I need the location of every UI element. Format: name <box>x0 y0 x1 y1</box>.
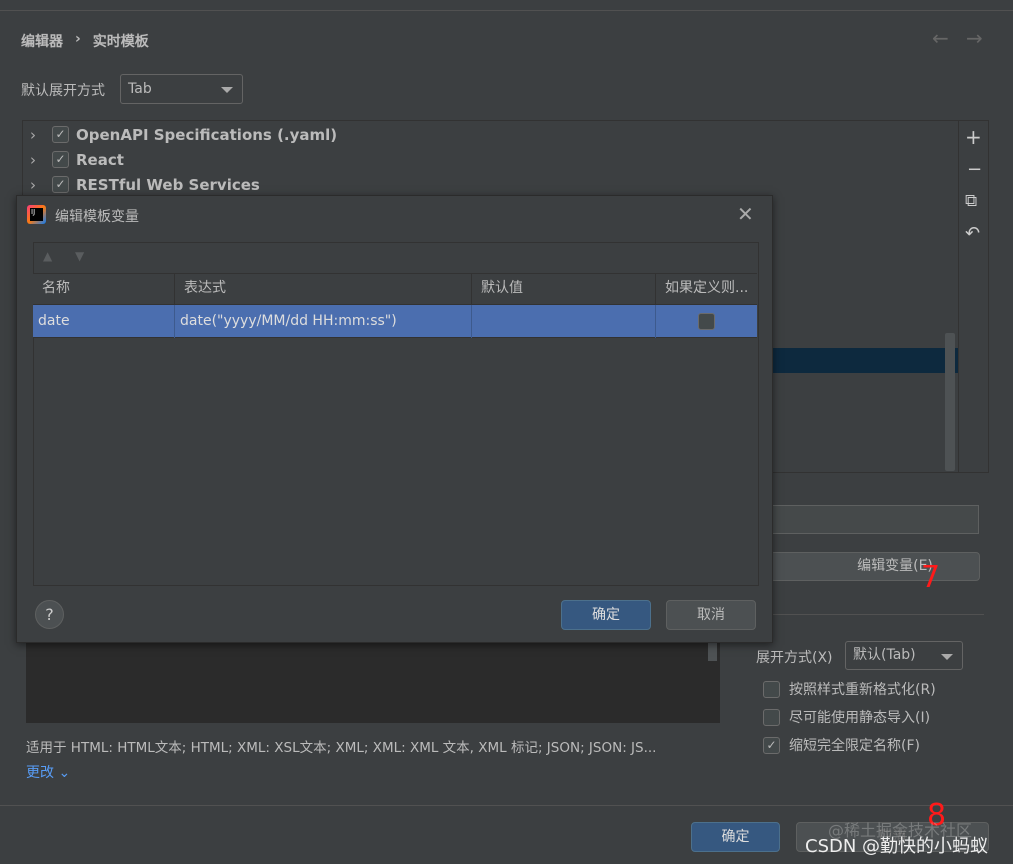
move-up-icon[interactable]: ▲ <box>43 249 52 263</box>
checkbox[interactable] <box>763 708 780 726</box>
add-icon[interactable]: + <box>965 125 982 149</box>
checkbox[interactable] <box>763 680 780 698</box>
back-arrow-icon[interactable]: ← <box>932 26 949 50</box>
option-label: 按照样式重新格式化(R) <box>789 682 936 698</box>
change-link-text[interactable]: 更改 <box>26 765 54 781</box>
change-link[interactable]: 更改 ⌄ <box>26 762 70 782</box>
tree-item[interactable]: › ✓ RESTful Web Services <box>30 172 260 197</box>
intellij-logo-icon: IJ <box>27 205 46 224</box>
options-divider <box>770 614 984 615</box>
edit-template-variables-dialog: IJ 编辑模板变量 ✕ ▲ ▼ <box>16 195 773 643</box>
shorten-fq-names-option[interactable]: ✓ 缩短完全限定名称(F) <box>763 735 920 755</box>
remove-icon[interactable]: − <box>967 159 982 180</box>
combo-value: Tab <box>128 81 152 97</box>
cell-default[interactable] <box>471 305 655 338</box>
watermark-csdn: CSDN @勤快的小蚂蚁 <box>805 836 989 857</box>
applicable-contexts: 适用于 HTML: HTML文本; HTML; XML: XSL文本; XML;… <box>26 740 657 756</box>
dialog-cancel-button[interactable]: 取消 <box>666 600 756 630</box>
tree-item-label: OpenAPI Specifications (.yaml) <box>76 125 338 144</box>
close-icon[interactable]: ✕ <box>737 202 754 226</box>
checkbox[interactable]: ✓ <box>52 176 69 193</box>
dropdown-arrow-icon <box>221 87 233 93</box>
column-header-expression[interactable]: 表达式 <box>174 273 471 304</box>
checkbox[interactable]: ✓ <box>763 736 780 754</box>
tree-scrollbar[interactable] <box>945 333 955 471</box>
reformat-option[interactable]: 按照样式重新格式化(R) <box>763 679 936 699</box>
chevron-right-icon[interactable]: › <box>30 151 52 169</box>
breadcrumb: 编辑器 › 实时模板 <box>21 31 149 51</box>
breadcrumb-separator: › <box>75 31 81 47</box>
chevron-right-icon[interactable]: › <box>30 176 52 194</box>
chevron-right-icon[interactable]: › <box>30 126 52 144</box>
column-header-name[interactable]: 名称 <box>33 273 174 304</box>
copy-icon[interactable]: ⧉ <box>965 191 977 211</box>
help-button[interactable]: ? <box>35 600 64 629</box>
editor-scrollbar[interactable] <box>708 643 717 661</box>
cell-skip <box>655 305 757 338</box>
tree-item-label: RESTful Web Services <box>76 175 260 194</box>
checkbox[interactable]: ✓ <box>52 126 69 143</box>
undo-icon[interactable]: ↶ <box>965 223 980 244</box>
skip-checkbox[interactable] <box>698 313 715 330</box>
ok-button[interactable]: 确定 <box>691 822 780 852</box>
dialog-title: 编辑模板变量 <box>55 209 139 225</box>
breadcrumb-current: 实时模板 <box>92 34 149 50</box>
breadcrumb-parent[interactable]: 编辑器 <box>21 31 63 51</box>
expand-with-label: 展开方式(X) <box>756 650 833 666</box>
column-header-skip[interactable]: 如果定义则... <box>655 273 757 304</box>
checkbox[interactable]: ✓ <box>52 151 69 168</box>
tree-item[interactable]: › ✓ React <box>30 147 124 172</box>
tree-item-label: React <box>76 150 124 169</box>
default-expand-label: 默认展开方式 <box>21 83 105 99</box>
forward-arrow-icon[interactable]: → <box>966 26 983 50</box>
cell-expression[interactable]: date("yyyy/MM/dd HH:mm:ss") <box>174 305 471 338</box>
dropdown-arrow-icon <box>941 654 953 660</box>
description-field[interactable] <box>770 505 979 534</box>
edit-variables-button[interactable]: 编辑变量(E) <box>770 552 980 581</box>
expand-with-combo[interactable]: 默认(Tab) <box>845 641 963 670</box>
static-import-option[interactable]: 尽可能使用静态导入(I) <box>763 707 930 727</box>
template-text-editor[interactable] <box>26 640 720 723</box>
cell-name[interactable]: date <box>33 305 174 338</box>
default-expand-combo[interactable]: Tab <box>120 74 243 104</box>
option-label: 缩短完全限定名称(F) <box>789 738 920 754</box>
top-divider <box>0 10 1013 11</box>
column-header-default[interactable]: 默认值 <box>471 273 655 304</box>
move-down-icon[interactable]: ▼ <box>75 249 84 263</box>
step-7-annotation: 7 <box>921 560 941 595</box>
dialog-ok-button[interactable]: 确定 <box>561 600 651 630</box>
tree-item[interactable]: › ✓ OpenAPI Specifications (.yaml) <box>30 122 337 147</box>
combo-value: 默认(Tab) <box>853 647 916 663</box>
footer-divider <box>0 805 1013 806</box>
option-label: 尽可能使用静态导入(I) <box>789 710 931 726</box>
